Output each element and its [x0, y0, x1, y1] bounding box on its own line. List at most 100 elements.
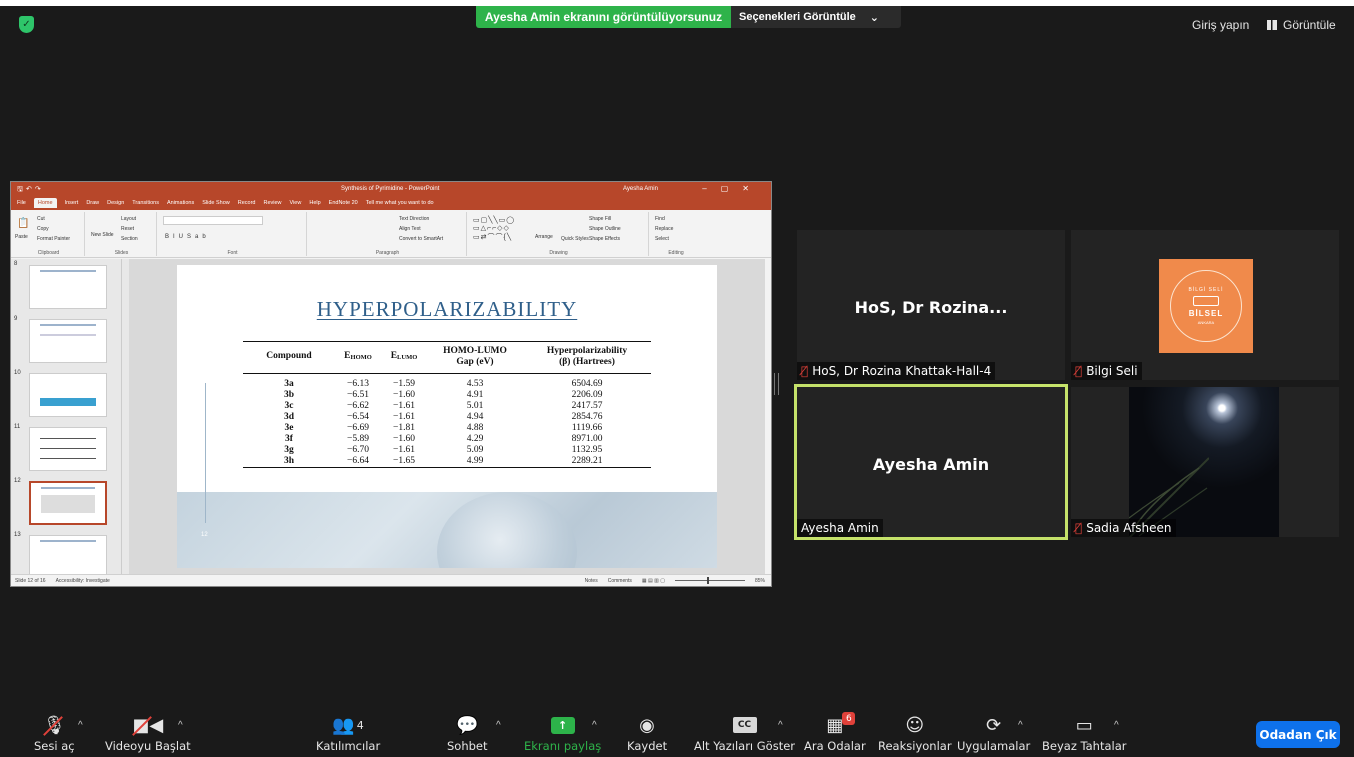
hyperpolarizability-cell: 2417.57: [571, 400, 603, 411]
participant-tile-ayesha-active[interactable]: Ayesha Amin Ayesha Amin: [794, 384, 1068, 540]
section-button: Section: [121, 236, 138, 242]
participants-button[interactable]: 👥 4 Katılımcılar: [316, 714, 381, 754]
ppt-tab: Slide Show: [202, 200, 230, 206]
participant-name-tag: 🎙̸ Sadia Afsheen: [1071, 519, 1176, 537]
ppt-tab: Record: [237, 200, 256, 206]
table-row: 3g −6.70 −1.61 5.09 1132.95: [243, 445, 651, 456]
thumb-number-13: 13: [14, 532, 21, 538]
breakout-label: Ara Odalar: [804, 739, 866, 753]
table-row: 3d −6.54 −1.61 4.94 2854.76: [243, 412, 651, 423]
chat-options-caret-icon[interactable]: ^: [496, 720, 501, 731]
compound-cell: 3a: [284, 378, 294, 389]
view-layout-button[interactable]: Görüntüle: [1267, 18, 1336, 32]
record-button[interactable]: ◉ Kaydet: [627, 714, 667, 754]
gap-line1: HOMO-LUMO: [443, 346, 507, 356]
ppt-tab: EndNote 20: [328, 200, 358, 206]
security-shield-icon[interactable]: ✓: [19, 16, 34, 33]
participant-name-tag: 🎙̸ Bilgi Seli: [1071, 362, 1142, 380]
logo-bottom-text: ANKARA: [1197, 320, 1215, 325]
ehomo-cell: −6.54: [347, 411, 369, 422]
participant-display-name: Ayesha Amin: [872, 455, 990, 474]
chat-button[interactable]: 💬 Sohbet: [447, 714, 488, 754]
slide-thumbnail: [29, 373, 107, 417]
paste-icon: 📋: [17, 218, 30, 229]
logo-main-text: BİLSEL: [1188, 309, 1224, 318]
captions-label: Alt Yazıları Göster: [694, 739, 796, 753]
quick-styles-button: Quick Styles: [561, 236, 589, 242]
microphone-muted-icon: 🎙: [42, 714, 66, 736]
slide-thumbnail: [29, 319, 107, 363]
layout-button: Layout: [121, 216, 137, 222]
unmute-button[interactable]: 🎙 Sesi aç: [34, 714, 75, 754]
ppt-doc-title: Synthesis of Pyrimidine - PowerPoint: [341, 186, 440, 192]
clipboard-label: Clipboard: [37, 250, 60, 256]
participant-tile-hos[interactable]: HoS, Dr Rozina... 🎙̸ HoS, Dr Rozina Khat…: [797, 230, 1065, 380]
accessibility-status: Accessibility: Investigate: [55, 577, 110, 584]
table-row: 3h −6.64 −1.65 4.99 2289.21: [243, 455, 651, 468]
slide-thumbnails-pane: 8 9 10 11 12 13: [11, 259, 121, 579]
captions-options-caret-icon[interactable]: ^: [778, 720, 783, 731]
table-row: 3b −6.51 −1.60 4.91 2206.09: [243, 390, 651, 401]
comments-button: Comments: [607, 577, 632, 584]
header-gap: HOMO-LUMO Gap (eV): [427, 341, 523, 374]
reactions-button[interactable]: ☺ Reaksiyonlar: [878, 714, 952, 754]
share-screen-button[interactable]: ↑ Ekranı paylaş: [524, 714, 601, 753]
leave-meeting-button[interactable]: Odadan Çık: [1256, 721, 1340, 748]
ppt-tab: Help: [309, 200, 321, 206]
whiteboard-options-caret-icon[interactable]: ^: [1114, 720, 1119, 731]
slide-title: HYPERPOLARIZABILITY: [316, 297, 578, 321]
ehomo-cell: −6.13: [347, 378, 369, 389]
ehomo-cell: −6.64: [335, 455, 381, 468]
participant-name-tag: 🎙̸ HoS, Dr Rozina Khattak-Hall-4: [797, 362, 996, 380]
compound-cell: 3b: [283, 389, 295, 400]
apps-options-caret-icon[interactable]: ^: [1018, 720, 1023, 731]
notes-button: Notes: [584, 577, 598, 584]
ppt-tab: Insert: [64, 200, 79, 206]
gap-line2: Gap (eV): [456, 356, 494, 367]
slide-thumbnail: [29, 427, 107, 471]
font-name-box: [163, 216, 263, 225]
bilgi-seli-logo: BİLGİ SELİ BİLSEL ANKARA: [1159, 259, 1253, 353]
table-row: 3a −6.13 −1.59 4.53 6504.69: [243, 373, 651, 390]
table-body: 3a −6.13 −1.59 4.53 6504.69 3b −6.51 −1.60 4.91 2…: [243, 373, 651, 468]
reactions-label: Reaksiyonlar: [878, 739, 952, 753]
status-right-group: Notes Comments ▦ ▤ ▥ ▢ 85%: [584, 577, 765, 584]
video-off-icon: ■◀: [132, 714, 164, 736]
logo-ring: BİLGİ SELİ BİLSEL ANKARA: [1170, 270, 1242, 342]
gap-cell: 4.88: [466, 422, 484, 433]
share-options-caret-icon[interactable]: ^: [592, 720, 597, 731]
select-button: Select: [655, 236, 669, 242]
thumb-number-11: 11: [14, 424, 21, 430]
view-layout-label: Görüntüle: [1283, 18, 1336, 32]
participant-tile-sadia[interactable]: 🎙̸ Sadia Afsheen: [1071, 387, 1339, 537]
participants-label: Katılımcılar: [316, 739, 381, 753]
hyp-line1: Hyperpolarizability: [546, 346, 628, 356]
shape-effects-button: Shape Effects: [589, 236, 621, 242]
header-hyperpolarizability: Hyperpolarizability (β) (Hartrees): [523, 341, 651, 374]
header-elumo: ELUMO: [381, 341, 427, 374]
video-options-caret-icon[interactable]: ^: [178, 720, 183, 731]
ppt-tab: Animations: [166, 200, 195, 206]
breakout-badge: 6: [842, 712, 856, 725]
chevron-down-icon: ⌄: [869, 11, 879, 24]
whiteboards-label: Beyaz Tahtalar: [1042, 739, 1127, 753]
gap-cell: 5.09: [466, 444, 484, 455]
ppt-statusbar: Slide 12 of 16 Accessibility: Investigat…: [11, 574, 771, 586]
elumo-cell: −1.59: [393, 378, 415, 389]
ppt-tab: Home: [33, 198, 57, 208]
current-slide: HYPERPOLARIZABILITY 12 Compound EHOMO EL…: [177, 265, 717, 568]
participant-name: Bilgi Seli: [1086, 364, 1138, 378]
signin-link[interactable]: Giriş yapın: [1192, 18, 1249, 32]
ppt-tab: Transitions: [132, 200, 159, 206]
table-row: 3f −5.89 −1.60 4.29 8971.00: [243, 434, 651, 445]
reset-button: Reset: [121, 226, 135, 232]
new-slide-button: New Slide: [91, 232, 114, 238]
elumo-cell: −1.65: [381, 455, 427, 468]
ppt-tab: View: [289, 200, 302, 206]
audio-options-caret-icon[interactable]: ^: [78, 720, 83, 731]
breakout-rooms-button[interactable]: ▦ 6 Ara Odalar: [804, 712, 866, 753]
mic-muted-icon: 🎙̸: [1075, 521, 1083, 535]
participant-tile-bilgi[interactable]: BİLGİ SELİ BİLSEL ANKARA 🎙̸ Bilgi Seli: [1071, 230, 1339, 380]
panel-splitter-handle[interactable]: [774, 373, 779, 395]
view-options-button[interactable]: Seçenekleri Görüntüle ⌄: [731, 6, 901, 28]
